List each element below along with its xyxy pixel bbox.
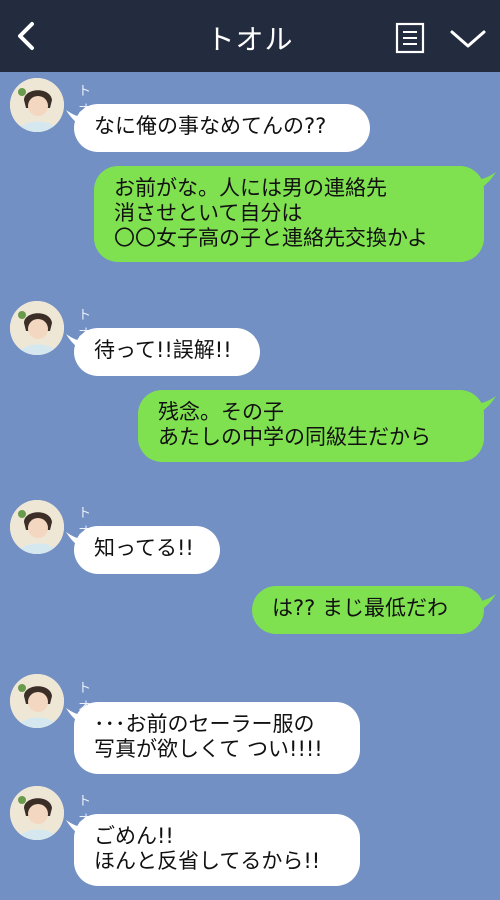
chat-header: トオル xyxy=(0,0,500,72)
message-bubble: 知ってる!! xyxy=(74,526,220,574)
avatar-portrait-icon xyxy=(10,786,64,840)
message-bubble: ･･･お前のセーラー服の 写真が欲しくて つい!!!! xyxy=(74,702,360,774)
chat-title: トオル xyxy=(206,23,294,56)
expand-button[interactable] xyxy=(448,24,488,54)
avatar[interactable] xyxy=(10,78,64,132)
avatar[interactable] xyxy=(10,500,64,554)
list-menu-icon xyxy=(395,22,425,54)
menu-button[interactable] xyxy=(395,22,425,54)
avatar[interactable] xyxy=(10,674,64,728)
back-button[interactable] xyxy=(8,18,44,54)
avatar-portrait-icon xyxy=(10,78,64,132)
message-bubble: 待って!!誤解!! xyxy=(74,328,260,376)
avatar-portrait-icon xyxy=(10,500,64,554)
message-bubble: なに俺の事なめてんの?? xyxy=(74,104,370,152)
message-bubble: ごめん!! ほんと反省してるから!! xyxy=(74,814,360,886)
chevron-down-icon xyxy=(450,30,486,48)
message-bubble: は?? まじ最低だわ xyxy=(252,586,484,634)
avatar[interactable] xyxy=(10,301,64,355)
message-bubble: 残念。その子 あたしの中学の同級生だから xyxy=(138,390,484,462)
avatar-portrait-icon xyxy=(10,674,64,728)
avatar-portrait-icon xyxy=(10,301,64,355)
avatar[interactable] xyxy=(10,786,64,840)
chevron-left-icon xyxy=(18,22,34,50)
message-bubble: お前がな。人には男の連絡先 消させといて自分は 〇〇女子高の子と連絡先交換かよ xyxy=(94,166,484,262)
